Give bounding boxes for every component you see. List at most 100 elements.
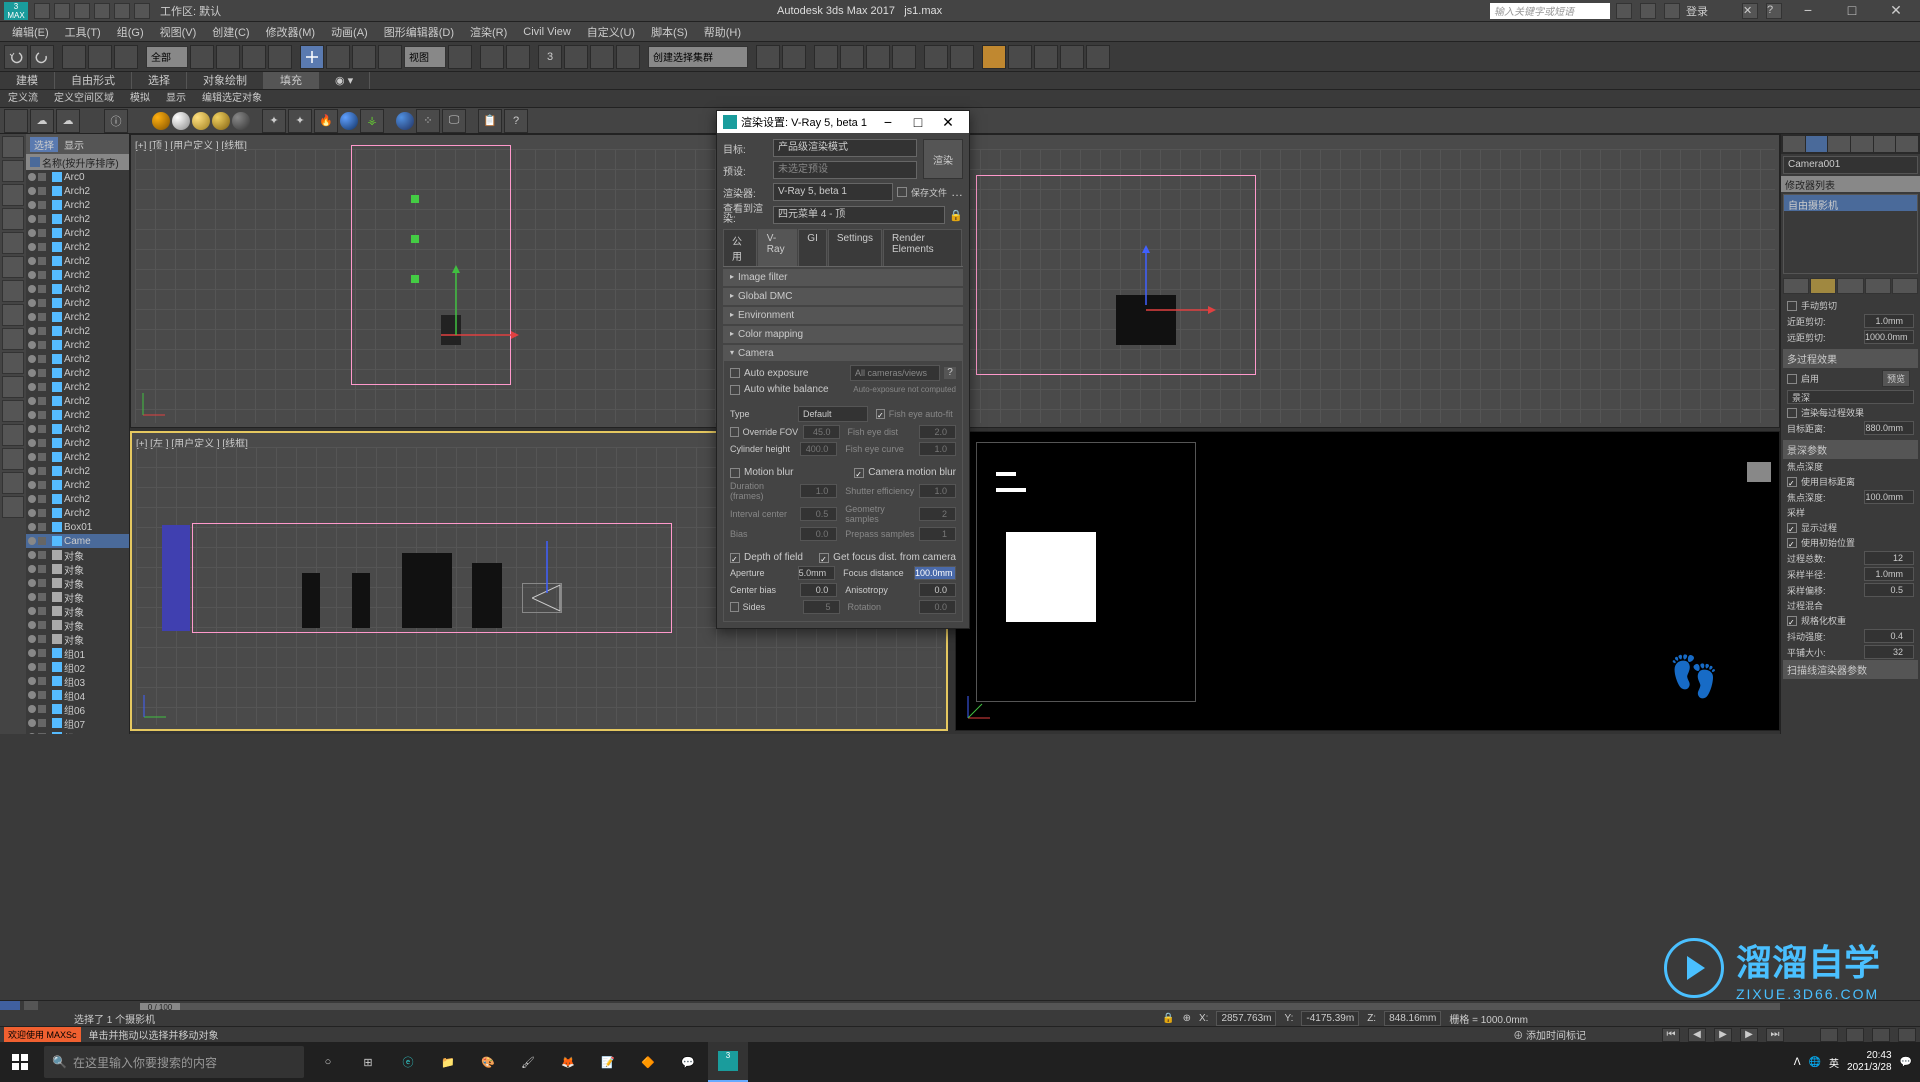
tab-settings[interactable]: Settings (828, 229, 882, 266)
outliner-item[interactable]: 组07 (26, 716, 129, 730)
outliner-sort-label[interactable]: 名称(按升序排序) (26, 154, 129, 170)
tab-render-elements[interactable]: Render Elements (883, 229, 962, 266)
outliner-item[interactable]: Arch2 (26, 296, 129, 310)
render-button[interactable]: 渲染 (923, 139, 963, 179)
mod-btn-config[interactable] (1892, 278, 1918, 294)
outliner-item[interactable]: Arch2 (26, 352, 129, 366)
dof-title[interactable]: 景深参数 (1783, 440, 1918, 459)
coord-x[interactable]: 2857.763m (1216, 1011, 1276, 1026)
play-back[interactable]: ⏮ (1662, 1028, 1680, 1042)
task-app4[interactable]: 🔶 (628, 1042, 668, 1082)
ribbon-objectpaint[interactable]: 对象绘制 (187, 72, 264, 89)
outliner-item[interactable]: Arch2 (26, 394, 129, 408)
align-button[interactable] (782, 45, 806, 69)
lt-16[interactable] (2, 496, 24, 518)
ribbon-selection[interactable]: 选择 (132, 72, 187, 89)
snap-button[interactable]: 3 (538, 45, 562, 69)
tab-common[interactable]: 公用 (723, 229, 757, 266)
aperture-spinner[interactable]: 5.0mm (798, 566, 836, 580)
outliner-item[interactable]: Arch2 (26, 450, 129, 464)
sphere-7[interactable] (396, 112, 414, 130)
link-button[interactable] (62, 45, 86, 69)
lt-8[interactable] (2, 304, 24, 326)
multipass-title[interactable]: 多过程效果 (1783, 349, 1918, 368)
tb2-clipboard[interactable]: 📋 (478, 109, 502, 133)
outliner-item[interactable]: Arch2 (26, 478, 129, 492)
cmd-tab-create[interactable] (1783, 136, 1805, 152)
named-selection-dropdown[interactable]: 创建选择集群 (648, 46, 748, 68)
fisheye-curve-spinner[interactable]: 1.0 (919, 442, 956, 456)
workspace-selector[interactable]: 工作区: 默认 (160, 3, 221, 19)
outliner-item[interactable]: Arch2 (26, 198, 129, 212)
per-pass-check[interactable] (1787, 408, 1797, 418)
lt-4[interactable] (2, 208, 24, 230)
outliner-item[interactable]: 组02 (26, 660, 129, 674)
outliner-item[interactable]: Arch2 (26, 464, 129, 478)
get-focus-check[interactable] (819, 553, 829, 563)
outliner-item[interactable]: 组04 (26, 688, 129, 702)
show-passes-check[interactable] (1787, 523, 1797, 533)
outliner-item[interactable]: Arch2 (26, 492, 129, 506)
outliner-item[interactable]: 对象 (26, 576, 129, 590)
play-prev[interactable]: ◀ (1688, 1028, 1706, 1042)
outliner-item[interactable]: 对象 (26, 562, 129, 576)
lt-1[interactable] (2, 136, 24, 158)
save-file-check[interactable] (897, 187, 907, 197)
menu-view[interactable]: 视图(V) (152, 24, 205, 40)
outliner-tab-select[interactable]: 选择 (30, 137, 58, 152)
norm-weights-check[interactable] (1787, 616, 1797, 626)
schematic-button[interactable] (866, 45, 890, 69)
outliner-item[interactable]: Arch2 (26, 436, 129, 450)
mod-btn-pin[interactable] (1783, 278, 1809, 294)
render-setup-button[interactable] (924, 45, 948, 69)
cyl-height-spinner[interactable]: 400.0 (800, 442, 837, 456)
render-online-button[interactable] (1086, 45, 1110, 69)
add-time-marker[interactable]: ⊕ 添加时间标记 (1513, 1027, 1586, 1042)
move-button[interactable] (300, 45, 324, 69)
sphere-4[interactable] (212, 112, 230, 130)
menu-help[interactable]: 帮助(H) (696, 24, 749, 40)
lt-3[interactable] (2, 184, 24, 206)
nav-pan[interactable] (1820, 1028, 1838, 1042)
outliner-item[interactable]: Came (26, 534, 129, 548)
outliner-item[interactable]: Arch2 (26, 226, 129, 240)
play[interactable]: ▶ (1714, 1028, 1732, 1042)
tile-spinner[interactable]: 32 (1864, 645, 1914, 659)
shutter-spinner[interactable]: 1.0 (919, 484, 956, 498)
use-init-check[interactable] (1787, 538, 1797, 548)
redo-icon[interactable] (114, 3, 130, 19)
pivot-button[interactable] (448, 45, 472, 69)
outliner-item[interactable]: Arch2 (26, 324, 129, 338)
outliner-item[interactable]: 对象 (26, 632, 129, 646)
scale-button[interactable] (352, 45, 376, 69)
outliner-item[interactable]: 对象 (26, 548, 129, 562)
user-icon[interactable] (1664, 3, 1680, 19)
sphere-1[interactable] (152, 112, 170, 130)
outliner-item[interactable]: Arch2 (26, 506, 129, 520)
window-crossing-button[interactable] (268, 45, 292, 69)
login-link[interactable]: 登录 (1686, 3, 1708, 19)
task-view[interactable]: ⊞ (348, 1042, 388, 1082)
lt-7[interactable] (2, 280, 24, 302)
mod-btn-remove[interactable] (1865, 278, 1891, 294)
maximize-button[interactable]: □ (1832, 1, 1872, 21)
outliner-item[interactable]: Arch2 (26, 408, 129, 422)
outliner-item[interactable]: Arch2 (26, 366, 129, 380)
tb2-cloud2[interactable]: ☁ (56, 109, 80, 133)
sphere-2[interactable] (172, 112, 190, 130)
select-name-button[interactable] (216, 45, 240, 69)
menu-create[interactable]: 创建(C) (204, 24, 257, 40)
sample-bias-spinner[interactable]: 0.5 (1864, 583, 1914, 597)
task-app2[interactable]: 🖌 (508, 1042, 548, 1082)
prepass-spinner[interactable]: 1 (919, 527, 956, 541)
task-explorer[interactable]: 📁 (428, 1042, 468, 1082)
outliner-item[interactable]: 组01 (26, 646, 129, 660)
material-editor-button[interactable] (892, 45, 916, 69)
ribbon-toggle[interactable]: ◉ ▾ (319, 72, 370, 89)
lt-12[interactable] (2, 400, 24, 422)
rollout-color-mapping[interactable]: Color mapping (723, 326, 963, 343)
mb-bias-spinner[interactable]: 0.0 (800, 527, 837, 541)
focal-depth-spinner[interactable]: 100.0mm (1864, 490, 1914, 504)
outliner-item[interactable]: Arch2 (26, 380, 129, 394)
redo-button[interactable] (30, 45, 54, 69)
